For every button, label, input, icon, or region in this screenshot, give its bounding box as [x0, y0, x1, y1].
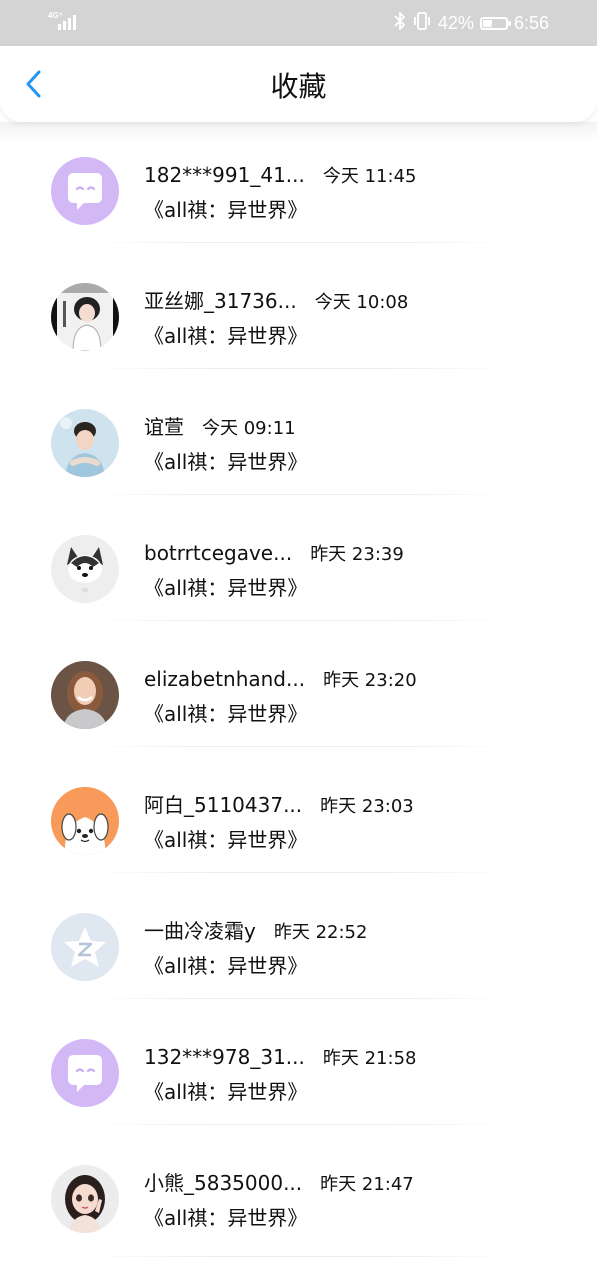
avatar: [51, 661, 119, 729]
timestamp: 今天 10:08: [314, 292, 409, 313]
list-item[interactable]: 132***978_31... 昨天 21:58 《all祺：异世界》: [0, 1022, 597, 1148]
list-item[interactable]: 谊萱 今天 09:11 《all祺：异世界》: [0, 392, 597, 518]
header-shadow: [0, 122, 597, 142]
vibrate-icon: [412, 11, 432, 36]
book-title: 《all祺：异世界》: [144, 702, 308, 726]
divider: [86, 1256, 514, 1257]
avatar: [51, 787, 119, 855]
avatar: [51, 1039, 119, 1107]
timestamp: 今天 09:11: [202, 418, 296, 439]
timestamp: 昨天 23:20: [323, 670, 417, 691]
timestamp: 昨天 21:47: [320, 1174, 414, 1195]
book-title: 《all祺：异世界》: [144, 576, 308, 600]
timestamp: 昨天 21:58: [322, 1048, 417, 1069]
avatar: [51, 1165, 119, 1233]
avatar: [51, 409, 119, 477]
user-name: 谊萱: [144, 415, 184, 439]
divider: [86, 872, 514, 873]
divider: [86, 620, 514, 621]
divider: [86, 494, 514, 495]
list-item[interactable]: botrrtcegave... 昨天 23:39 《all祺：异世界》: [0, 518, 597, 644]
user-name: elizabetnhand...: [144, 667, 306, 691]
user-name: 182***991_41...: [144, 163, 305, 187]
user-name: 小熊_5835000...: [144, 1171, 303, 1195]
status-bar: 4G⁺ 42% 6:56: [0, 0, 597, 46]
divider: [86, 242, 514, 243]
book-title: 《all祺：异世界》: [144, 1080, 308, 1104]
doll-girl-avatar-icon: [51, 1165, 119, 1233]
book-title: 《all祺：异世界》: [144, 954, 308, 978]
book-title: 《all祺：异世界》: [144, 828, 308, 852]
book-title: 《all祺：异世界》: [144, 198, 308, 222]
chat-bubble-avatar-icon: [51, 157, 119, 225]
user-name: 132***978_31...: [144, 1045, 305, 1069]
signal-icon: 4G⁺: [48, 11, 82, 32]
battery-percent: 42%: [437, 12, 474, 33]
user-name: 亚丝娜_31736...: [144, 289, 297, 313]
woman-photo-avatar-icon: [51, 661, 119, 729]
list-item[interactable]: 亚丝娜_31736... 今天 10:08 《all祺：异世界》: [0, 266, 597, 392]
star-avatar-icon: [51, 913, 119, 981]
timestamp: 昨天 23:03: [320, 796, 414, 817]
bluetooth-icon: [394, 11, 406, 36]
favorites-list: 182***991_41... 今天 11:45 《all祺：异世界》 亚丝娜_…: [0, 140, 597, 1274]
list-item[interactable]: elizabetnhand... 昨天 23:20 《all祺：异世界》: [0, 644, 597, 770]
header-bar: 收藏: [0, 46, 597, 122]
book-title: 《all祺：异世界》: [144, 1206, 308, 1230]
list-item[interactable]: 小熊_5835000... 昨天 21:47 《all祺：异世界》: [0, 1148, 597, 1274]
book-title: 《all祺：异世界》: [144, 324, 308, 348]
list-item[interactable]: 一曲冷凌霜y 昨天 22:52 《all祺：异世界》: [0, 896, 597, 1022]
boy-photo-avatar-icon: [51, 409, 119, 477]
battery-icon: [479, 16, 511, 30]
divider: [86, 746, 514, 747]
timestamp: 昨天 23:39: [310, 544, 404, 565]
user-name: 阿白_5110437...: [144, 793, 303, 817]
user-name: 一曲冷凌霜y: [144, 919, 256, 943]
avatar: [51, 913, 119, 981]
avatar: [51, 283, 119, 351]
chat-bubble-avatar-icon: [51, 1039, 119, 1107]
timestamp: 昨天 22:52: [273, 922, 368, 943]
user-name: botrrtcegave...: [144, 541, 293, 565]
cartoon-dog-avatar-icon: [51, 787, 119, 855]
timestamp: 今天 11:45: [322, 166, 417, 187]
divider: [86, 1124, 514, 1125]
avatar: [51, 157, 119, 225]
book-title: 《all祺：异世界》: [144, 450, 308, 474]
divider: [86, 998, 514, 999]
status-time: 6:56: [513, 12, 549, 33]
page-title: 收藏: [270, 70, 327, 103]
list-item[interactable]: 阿白_5110437... 昨天 23:03 《all祺：异世界》: [0, 770, 597, 896]
divider: [86, 368, 514, 369]
list-item[interactable]: 182***991_41... 今天 11:45 《all祺：异世界》: [0, 140, 597, 266]
anime-girl-avatar-icon: [51, 283, 119, 351]
avatar: [51, 535, 119, 603]
husky-dog-avatar-icon: [51, 535, 119, 603]
